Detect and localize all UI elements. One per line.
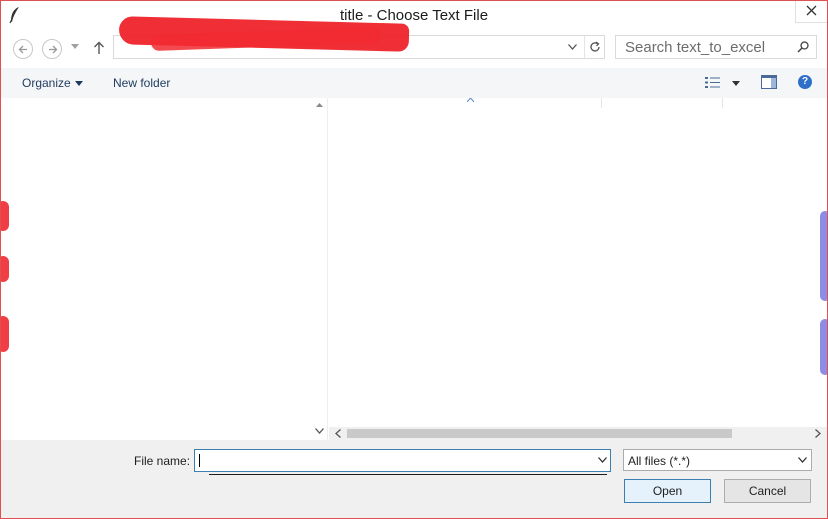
scrollbar-thumb[interactable] <box>347 429 732 438</box>
scroll-right-icon[interactable] <box>815 429 821 438</box>
chevron-down-icon <box>568 44 577 50</box>
close-button[interactable] <box>795 1 827 23</box>
sort-arrow-icon <box>467 98 474 102</box>
scroll-left-icon[interactable] <box>335 429 341 438</box>
command-bar: Organize New folder ? <box>1 68 827 99</box>
organize-menu[interactable]: Organize <box>22 76 71 90</box>
refresh-button[interactable] <box>584 36 605 58</box>
scroll-up-icon[interactable] <box>316 103 323 107</box>
scroll-down-icon[interactable] <box>315 428 324 434</box>
cancel-button[interactable]: Cancel <box>724 479 811 503</box>
text-caret <box>199 454 200 467</box>
file-type-select[interactable]: All files (*.*) <box>623 449 812 471</box>
redaction-mark <box>1 316 9 352</box>
focus-underline <box>209 474 607 475</box>
file-type-value: All files (*.*) <box>628 454 691 468</box>
back-button[interactable] <box>13 39 33 59</box>
forward-icon <box>49 45 58 54</box>
file-name-label: File name: <box>134 454 191 468</box>
redaction-mark <box>1 201 9 231</box>
search-icon <box>797 41 809 53</box>
dialog-footer: File name: All files (*.*) Open Cancel <box>1 440 827 518</box>
chevron-down-icon <box>75 81 83 86</box>
column-separator[interactable] <box>722 98 723 108</box>
redaction-mark <box>820 319 827 375</box>
file-name-input[interactable] <box>194 449 611 472</box>
file-list-pane[interactable] <box>329 98 827 440</box>
recent-locations-chevron-down-icon[interactable] <box>71 44 79 49</box>
file-dialog-window: title - Choose Text File Search text_to_… <box>0 0 828 519</box>
address-dropdown-button[interactable] <box>562 36 584 58</box>
horizontal-scrollbar[interactable] <box>329 427 827 440</box>
content-area <box>1 98 827 440</box>
navigation-pane-scrollbar[interactable] <box>312 98 327 440</box>
refresh-icon <box>590 41 600 52</box>
navigation-pane[interactable] <box>1 98 328 440</box>
preview-pane-icon[interactable] <box>761 75 777 89</box>
back-icon <box>18 45 27 54</box>
search-placeholder: Search text_to_excel <box>625 39 766 56</box>
close-icon <box>806 5 817 16</box>
column-separator[interactable] <box>601 98 602 108</box>
chevron-down-icon[interactable] <box>598 457 607 463</box>
forward-button[interactable] <box>42 39 62 59</box>
chevron-down-icon[interactable] <box>732 81 740 86</box>
open-button[interactable]: Open <box>624 479 711 503</box>
chevron-down-icon <box>798 457 807 463</box>
new-folder-button[interactable]: New folder <box>113 76 170 90</box>
view-options-icon[interactable] <box>705 76 721 89</box>
search-input[interactable]: Search text_to_excel <box>615 35 817 59</box>
help-icon[interactable]: ? <box>798 75 812 89</box>
redaction-mark <box>1 256 9 282</box>
redaction-mark <box>820 211 827 301</box>
up-arrow-icon[interactable] <box>93 41 105 55</box>
